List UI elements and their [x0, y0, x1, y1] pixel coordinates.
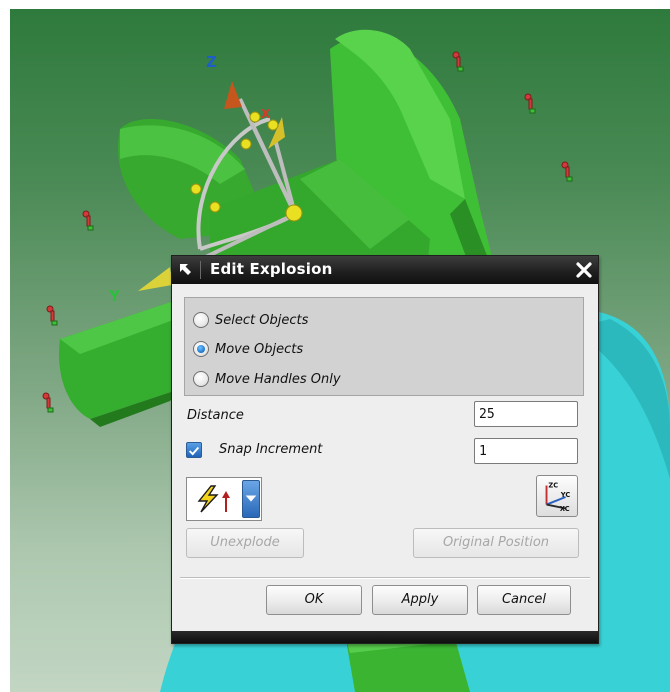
radio-move-objects-label: Move Objects [215, 341, 304, 357]
z-axis-cone [224, 81, 242, 109]
radio-select-objects[interactable]: Select Objects [193, 309, 308, 331]
method-dropdown-button[interactable] [242, 480, 260, 518]
motion-method-dropdown[interactable] [186, 477, 262, 521]
dialog-bottom-bar [172, 631, 598, 643]
radio-move-objects-button[interactable] [193, 341, 209, 357]
original-position-button[interactable]: Original Position [413, 528, 579, 558]
csys-button[interactable]: ZC YC XC [536, 475, 578, 517]
lightning-arrow-icon [197, 485, 230, 513]
x-axis-label: X [261, 107, 271, 121]
radio-select-objects-label: Select Objects [215, 312, 309, 328]
radio-select-objects-button[interactable] [193, 312, 209, 328]
cancel-button[interactable]: Cancel [477, 585, 571, 615]
distance-input[interactable]: 25 [474, 401, 578, 427]
distance-label: Distance [187, 408, 244, 423]
edit-explosion-dialog: Edit Explosion Select Objects Move Objec… [171, 255, 599, 644]
y-axis-label: Y [109, 287, 120, 305]
unexplode-button[interactable]: Unexplode [186, 528, 304, 558]
title-separator [200, 261, 201, 279]
wcs-csys-icon: ZC YC XC [545, 481, 571, 513]
snap-increment-input[interactable]: 1 [474, 438, 578, 464]
snap-increment-label: Snap Increment [219, 442, 323, 457]
radio-move-handles-only-label: Move Handles Only [215, 371, 341, 387]
ok-button[interactable]: OK [266, 585, 362, 615]
button-divider [180, 577, 590, 579]
radio-move-handles-only-button[interactable] [193, 371, 209, 387]
z-axis-label: Z [206, 53, 217, 71]
dialog-titlebar[interactable]: Edit Explosion [172, 256, 598, 284]
checkmark-icon [188, 446, 200, 456]
y-axis-cone [138, 267, 172, 291]
mode-radio-group: Select Objects Move Objects Move Handles… [184, 297, 584, 396]
csys-yc-text: YC [560, 491, 571, 499]
close-icon[interactable] [574, 260, 594, 280]
radio-move-objects[interactable]: Move Objects [193, 338, 303, 360]
radio-move-handles-only[interactable]: Move Handles Only [193, 368, 341, 390]
snap-increment-checkbox[interactable] [186, 442, 202, 458]
chevron-down-icon [245, 495, 257, 502]
apply-button[interactable]: Apply [372, 585, 468, 615]
csys-xc-text: XC [560, 505, 570, 513]
cursor-arrow-icon[interactable] [176, 260, 196, 280]
dialog-title: Edit Explosion [210, 260, 333, 278]
csys-zc-text: ZC [548, 481, 558, 489]
